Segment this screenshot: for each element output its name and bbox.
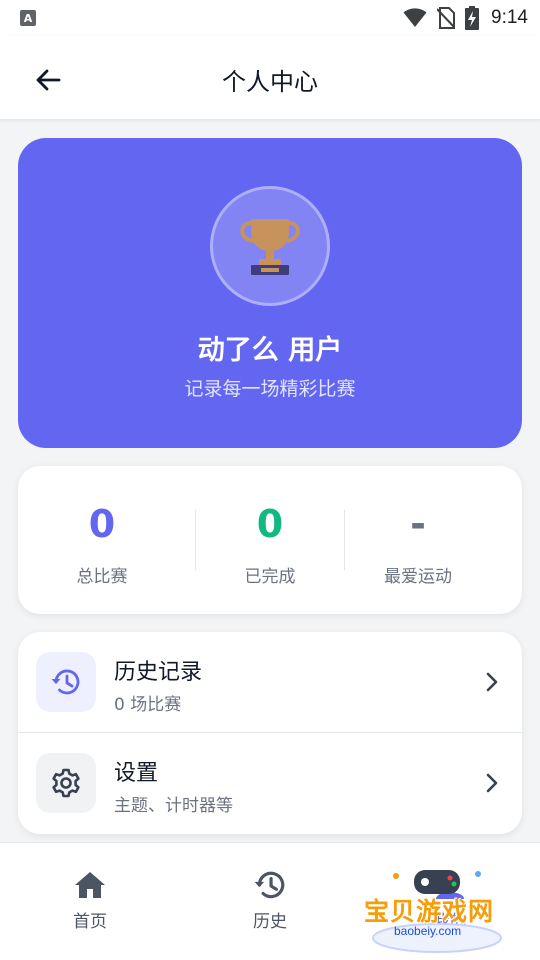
menu-card: 历史记录 0 场比赛 设置 主题、计时器等 — [18, 632, 522, 834]
watermark-text: 宝贝游戏网 — [364, 897, 495, 926]
watermark-url: baobeiy.com — [394, 924, 462, 938]
status-bar: A 9:14 — [0, 0, 540, 36]
menu-icon-container — [36, 652, 96, 712]
stats-card: 0 总比赛 0 已完成 - 最爱运动 — [18, 466, 522, 614]
chevron-right-icon — [486, 672, 498, 692]
menu-item-history[interactable]: 历史记录 0 场比赛 — [18, 632, 522, 733]
app-bar: 个人中心 — [0, 36, 540, 120]
battery-charging-icon — [465, 6, 480, 30]
stat-label: 总比赛 — [76, 567, 128, 587]
stat-label: 最爱运动 — [384, 567, 452, 587]
chevron-right-icon — [486, 773, 498, 793]
menu-item-title: 设置 — [114, 761, 159, 786]
avatar — [210, 186, 330, 306]
nav-item-history[interactable]: 历史 — [180, 843, 360, 960]
menu-item-title: 历史记录 — [114, 660, 203, 685]
stat-total-matches: 0 总比赛 — [18, 466, 186, 614]
menu-item-subtitle: 主题、计时器等 — [114, 796, 233, 816]
no-sim-icon — [437, 7, 456, 29]
history-icon — [51, 669, 80, 695]
user-name: 动了么 用户 — [197, 335, 343, 366]
stat-value: 0 — [88, 502, 116, 546]
nav-label: 首页 — [73, 912, 107, 932]
clock-time: 9:14 — [491, 7, 528, 28]
watermark: 宝贝游戏网 baobeiy.com — [362, 862, 512, 954]
stat-completed: 0 已完成 — [186, 466, 354, 614]
profile-card: 动了么 用户 记录每一场精彩比赛 — [18, 138, 522, 448]
stat-favorite-sport: - 最爱运动 — [334, 466, 502, 614]
menu-item-subtitle: 0 场比赛 — [114, 695, 182, 715]
stat-value: - — [410, 502, 426, 546]
stat-label: 已完成 — [244, 567, 296, 587]
stat-value: 0 — [256, 502, 284, 546]
status-icons: 9:14 — [403, 6, 528, 30]
home-icon — [72, 867, 108, 903]
nav-item-home[interactable]: 首页 — [0, 843, 180, 960]
wifi-icon — [403, 8, 427, 28]
gear-icon — [52, 768, 80, 798]
menu-item-settings[interactable]: 设置 主题、计时器等 — [18, 733, 522, 834]
user-subtitle: 记录每一场精彩比赛 — [184, 378, 356, 400]
status-left: A — [20, 10, 36, 26]
page-title: 个人中心 — [222, 68, 318, 96]
trophy-icon — [240, 219, 300, 275]
nav-label: 历史 — [253, 912, 287, 932]
menu-icon-container — [36, 753, 96, 813]
app-notification-badge: A — [20, 10, 36, 26]
history-icon — [252, 867, 288, 903]
